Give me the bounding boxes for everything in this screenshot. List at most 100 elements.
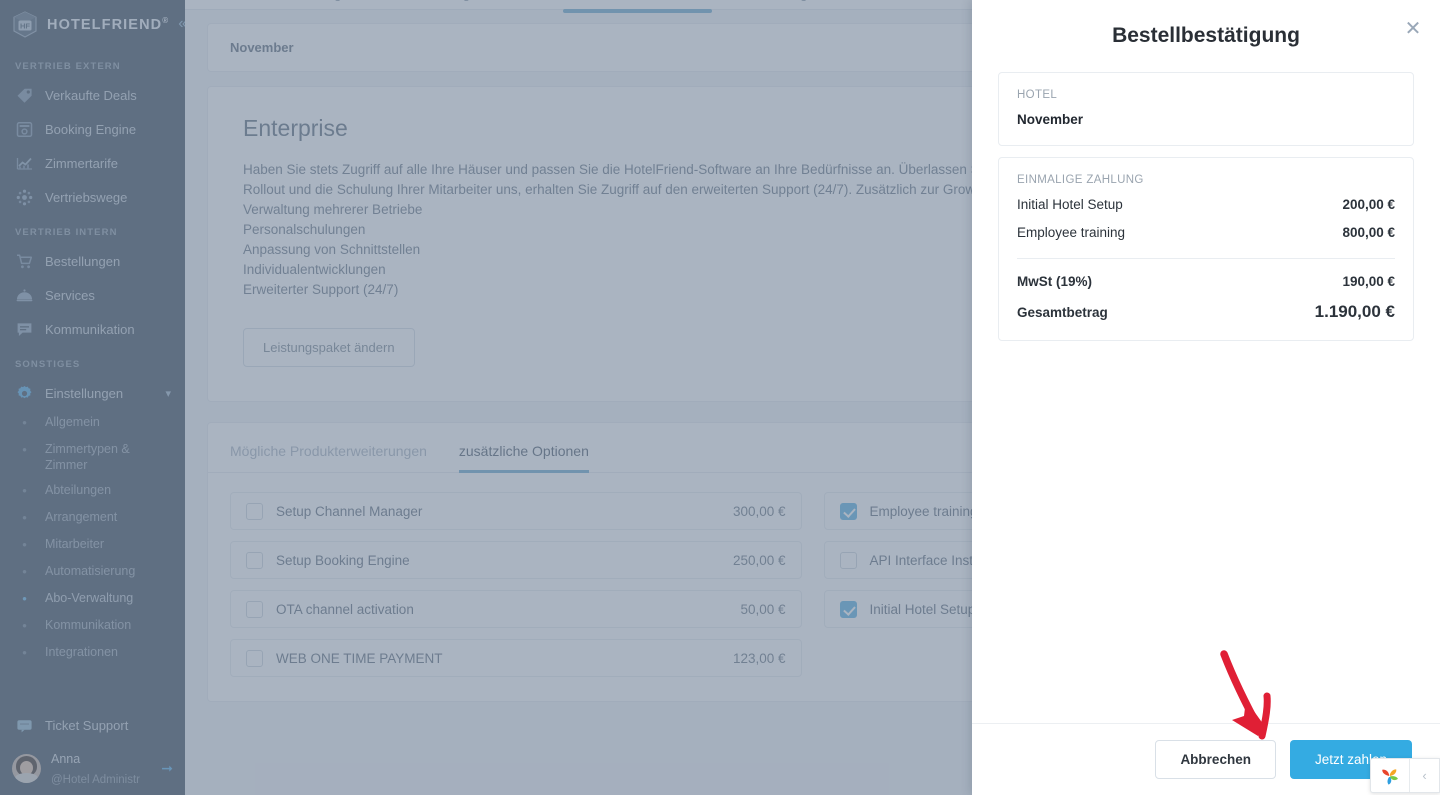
sidebar-user-role: @Hotel Administr bbox=[51, 773, 141, 786]
sidebar-subitem-label: Mitarbeiter bbox=[45, 537, 105, 551]
sidebar-group-title-sonstiges: SONSTIGES bbox=[15, 359, 81, 370]
sidebar-user-name: Anna bbox=[51, 751, 81, 766]
sidebar-item-label: Vertriebswege bbox=[45, 189, 128, 205]
sidebar-item-label: Einstellungen bbox=[45, 385, 124, 401]
plan-description: Haben Sie stets Zugriff auf alle Ihre Hä… bbox=[243, 162, 1017, 197]
sidebar-subitem-label: Abo-Verwaltung bbox=[45, 591, 134, 605]
option-checkbox[interactable] bbox=[246, 502, 263, 520]
payment-item-amount: 200,00 € bbox=[1342, 197, 1395, 212]
divider bbox=[1017, 258, 1395, 259]
sidebar-settings-submenu: • Allgemein • Zimmertypen & Zimmer • Abteil… bbox=[0, 410, 185, 667]
total-amount: 1.190,00 € bbox=[1314, 302, 1395, 321]
tab-vertragsdetails[interactable]: Vertragsdetails bbox=[298, 0, 387, 13]
tab-rechnungen[interactable]: Rechnungen bbox=[746, 0, 823, 13]
sidebar-item-mitarbeiter[interactable]: • Mitarbeiter bbox=[0, 532, 185, 559]
sidebar-item-label: Bestellungen bbox=[45, 253, 121, 269]
sidebar-subitem-label: Abteilungen bbox=[45, 483, 112, 497]
sidebar-item-arrangement[interactable]: • Arrangement bbox=[0, 505, 185, 532]
total-label: Gesamtbetrag bbox=[1017, 305, 1108, 320]
sidebar-item-bestellungen[interactable]: Bestellungen bbox=[0, 244, 185, 278]
sidebar-subitem-label: Kommunikation bbox=[45, 618, 132, 632]
sidebar-subitem-label: Allgemein bbox=[45, 415, 100, 429]
sidebar-item-automatisierung[interactable]: • Automatisierung bbox=[0, 559, 185, 586]
sidebar-item-booking-engine[interactable]: Booking Engine bbox=[0, 112, 185, 146]
sidebar-item-ticket-support[interactable]: Ticket Support bbox=[0, 708, 185, 742]
option-checkbox[interactable] bbox=[839, 502, 857, 520]
option-label: Employee training bbox=[869, 503, 978, 519]
sidebar: HF HOTELFRIEND® « VERTRIEB EXTERN Verkau… bbox=[0, 0, 185, 795]
sidebar-item-kommunikation[interactable]: Kommunikation bbox=[0, 312, 185, 346]
sidebar-item-vertriebswege[interactable]: Vertriebswege bbox=[0, 180, 185, 214]
option-price: 250,00 € bbox=[732, 552, 786, 568]
sidebar-item-zimmertypen-zimmer[interactable]: • Zimmertypen & Zimmer bbox=[0, 437, 185, 478]
option-label: WEB ONE TIME PAYMENT bbox=[276, 650, 443, 666]
sidebar-item-label: Booking Engine bbox=[45, 121, 137, 137]
bullet-icon: • bbox=[22, 591, 27, 606]
sidebar-item-label: Kommunikation bbox=[45, 321, 135, 337]
hotelfriend-leaf-logo-icon[interactable] bbox=[1371, 759, 1409, 792]
sidebar-logo[interactable]: HF HOTELFRIEND® « bbox=[0, 0, 185, 48]
hotelfriend-cube-logo-icon: HF bbox=[12, 10, 38, 38]
sidebar-item-einstellungen[interactable]: Einstellungen ▾ bbox=[0, 376, 185, 410]
option-label: Setup Booking Engine bbox=[276, 552, 410, 568]
sidebar-subitem-label: Automatisierung bbox=[45, 564, 136, 578]
bullet-icon: • bbox=[22, 442, 27, 457]
change-plan-button[interactable]: Leistungspaket ändern bbox=[243, 328, 415, 367]
tab-uebersicht[interactable]: Übersicht bbox=[207, 0, 264, 13]
chat-widget[interactable]: ‹ bbox=[1370, 758, 1440, 793]
bullet-icon: • bbox=[22, 618, 27, 633]
option-label: Setup Channel Manager bbox=[276, 503, 423, 519]
sidebar-collapse-icon[interactable]: « bbox=[178, 16, 185, 32]
hotel-value: November bbox=[1017, 112, 1084, 127]
sidebar-item-abteilungen[interactable]: • Abteilungen bbox=[0, 478, 185, 505]
sidebar-item-verkaufte-deals[interactable]: Verkaufte Deals bbox=[0, 78, 185, 112]
option-row[interactable]: Setup Channel Manager 300,00 € bbox=[230, 492, 802, 530]
sidebar-subitem-label: Zimmertypen & Zimmer bbox=[45, 442, 130, 472]
option-price: 123,00 € bbox=[732, 650, 786, 666]
sidebar-item-label: Ticket Support bbox=[45, 717, 129, 733]
option-row[interactable]: Setup Booking Engine 250,00 € bbox=[230, 541, 802, 579]
payment-item-label: Initial Hotel Setup bbox=[1017, 197, 1123, 212]
order-confirmation-modal: Bestellbestätigung ✕ HOTEL November EINM… bbox=[972, 0, 1440, 795]
payment-summary-card: EINMALIGE ZAHLUNG Initial Hotel Setup 20… bbox=[998, 157, 1414, 341]
option-checkbox[interactable] bbox=[246, 649, 263, 667]
option-row[interactable]: OTA channel activation 50,00 € bbox=[230, 590, 802, 628]
close-icon[interactable]: ✕ bbox=[1402, 19, 1424, 41]
sidebar-item-services[interactable]: Services bbox=[0, 278, 185, 312]
tab-zusaetzliche-optionen[interactable]: zusätzliche Optionen bbox=[458, 443, 589, 473]
tax-amount: 190,00 € bbox=[1342, 274, 1395, 289]
sidebar-brand-text: HOTELFRIEND® bbox=[47, 15, 170, 33]
option-row[interactable]: WEB ONE TIME PAYMENT 123,00 € bbox=[230, 639, 802, 677]
tag-icon bbox=[15, 86, 34, 105]
sidebar-item-integrationen[interactable]: • Integrationen bbox=[0, 640, 185, 667]
logout-arrow-icon[interactable]: ➞ bbox=[161, 760, 173, 777]
chevron-left-icon[interactable]: ‹ bbox=[1409, 759, 1439, 792]
chevron-down-icon[interactable]: ▾ bbox=[165, 387, 171, 400]
tab-moegliche-produkterweiterungen[interactable]: Mögliche Produkterweiterungen bbox=[230, 443, 427, 472]
cancel-button[interactable]: Abbrechen bbox=[1155, 740, 1276, 779]
option-label: OTA channel activation bbox=[276, 601, 414, 617]
option-checkbox[interactable] bbox=[839, 600, 857, 618]
modal-body: HOTEL November EINMALIGE ZAHLUNG Initial… bbox=[972, 72, 1440, 723]
option-checkbox[interactable] bbox=[246, 600, 263, 618]
sidebar-item-zimmertarife[interactable]: Zimmertarife bbox=[0, 146, 185, 180]
payment-item-label: Employee training bbox=[1017, 225, 1126, 240]
sidebar-item-allgemein[interactable]: • Allgemein bbox=[0, 410, 185, 437]
option-checkbox[interactable] bbox=[839, 551, 857, 569]
gear-icon bbox=[15, 384, 34, 403]
sidebar-subitem-label: Integrationen bbox=[45, 645, 118, 659]
sidebar-item-abo-verwaltung[interactable]: • Abo-Verwaltung bbox=[0, 586, 185, 613]
tab-zahlungsmethode[interactable]: Zahlungsmethode bbox=[421, 0, 529, 13]
hotel-caption: HOTEL bbox=[1017, 89, 1058, 101]
payment-line-item: Employee training 800,00 € bbox=[1017, 225, 1395, 240]
bullet-icon: • bbox=[22, 564, 27, 579]
option-checkbox[interactable] bbox=[246, 551, 263, 569]
sidebar-user-block[interactable]: Anna @Hotel Administr ➞ bbox=[0, 742, 185, 795]
sidebar-item-kommunikation-settings[interactable]: • Kommunikation bbox=[0, 613, 185, 640]
payment-item-amount: 800,00 € bbox=[1342, 225, 1395, 240]
network-nodes-icon bbox=[15, 188, 34, 207]
chat-bubble-icon bbox=[15, 320, 34, 339]
bullet-icon: • bbox=[22, 415, 27, 430]
sidebar-group-title-intern: VERTRIEB INTERN bbox=[15, 227, 118, 238]
tab-abonnement-verwalten[interactable]: Abonnement verwalten bbox=[563, 0, 712, 13]
